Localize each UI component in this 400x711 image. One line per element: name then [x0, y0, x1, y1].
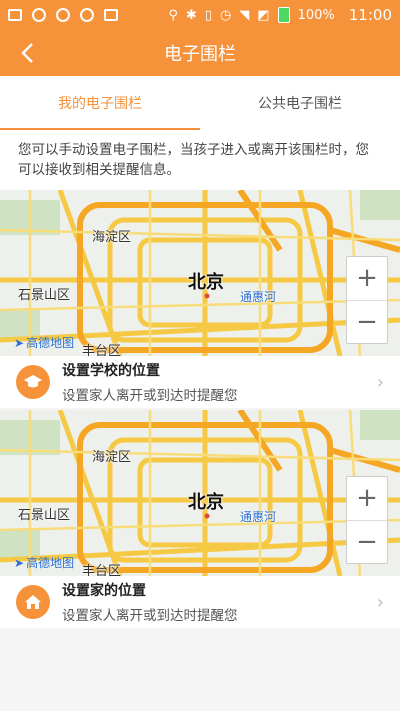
- map-label-beijing: 北京: [188, 272, 224, 293]
- tab-my-fence[interactable]: 我的电子围栏: [0, 76, 200, 130]
- amap-logo-text: 高德地图: [26, 336, 75, 350]
- location-pin-icon: ⚲: [168, 7, 178, 23]
- chevron-right-icon: ›: [376, 591, 384, 613]
- chat-icon: [56, 8, 70, 22]
- zoom-control: + −: [346, 476, 388, 564]
- message-icon: [8, 9, 22, 21]
- image-icon: [104, 9, 118, 21]
- home-map[interactable]: 海淀区 北京 石景山区 通惠河 丰台区 ➤ 高德地图 + −: [0, 410, 400, 576]
- map-label-fengtai: 丰台区: [82, 344, 122, 356]
- chevron-right-icon: ›: [376, 371, 384, 393]
- tab-bar: 我的电子围栏 公共电子围栏: [0, 76, 400, 130]
- zoom-out-button[interactable]: −: [347, 299, 387, 344]
- item-subtitle: 设置家人离开或到达时提醒您: [62, 608, 238, 624]
- back-arrow-icon[interactable]: [12, 38, 42, 68]
- bluetooth-icon: ✱: [185, 7, 197, 23]
- set-school-location-item[interactable]: 设置学校的位置 设置家人离开或到达时提醒您 ›: [0, 356, 400, 408]
- home-icon: [16, 585, 50, 619]
- navigation-arrow-icon: ➤: [14, 335, 25, 350]
- map-label-tonghuihe: 通惠河: [240, 510, 277, 524]
- fence-description: 您可以手动设置电子围栏，当孩子进入或离开该围栏时，您可以接收到相关提醒信息。: [0, 130, 400, 190]
- item-subtitle: 设置家人离开或到达时提醒您: [62, 388, 238, 404]
- app-icon: [32, 8, 46, 22]
- map-label-haidian: 海淀区: [92, 230, 132, 245]
- amap-logo-text: 高德地图: [26, 556, 75, 570]
- tab-public-fence[interactable]: 公共电子围栏: [200, 76, 400, 130]
- amap-logo: ➤ 高德地图: [14, 334, 74, 351]
- map-label-haidian: 海淀区: [92, 450, 132, 465]
- item-title: 设置家的位置: [62, 583, 146, 599]
- location-target-icon: [80, 8, 94, 22]
- zoom-in-button[interactable]: +: [347, 477, 387, 520]
- clock: 11:00: [348, 6, 392, 24]
- no-sim-icon: ◩: [257, 7, 270, 23]
- page-title: 电子围栏: [164, 44, 236, 65]
- amap-logo: ➤ 高德地图: [14, 554, 74, 571]
- map-label-shijingshan: 石景山区: [18, 508, 71, 523]
- item-title: 设置学校的位置: [62, 363, 160, 379]
- zoom-control: + −: [346, 256, 388, 344]
- map-label-tonghuihe: 通惠河: [240, 290, 277, 304]
- set-home-location-item[interactable]: 设置家的位置 设置家人离开或到达时提醒您 ›: [0, 576, 400, 628]
- battery-percent: 100%: [297, 7, 335, 23]
- navigation-arrow-icon: ➤: [14, 555, 25, 570]
- school-map[interactable]: 海淀区 北京 石景山区 通惠河 丰台区 ➤ 高德地图 + −: [0, 190, 400, 356]
- map-label-shijingshan: 石景山区: [18, 288, 71, 303]
- map-label-fengtai: 丰台区: [82, 564, 122, 576]
- nav-bar: 电子围栏: [0, 30, 400, 76]
- status-bar: ⚲ ✱ ▯ ◷ ◥ ◩ 100% 11:00: [0, 0, 400, 30]
- battery-icon: [277, 7, 290, 23]
- vibrate-icon: ▯: [204, 7, 212, 23]
- map-label-beijing: 北京: [188, 492, 224, 513]
- zoom-in-button[interactable]: +: [347, 257, 387, 300]
- wifi-icon: ◥: [239, 7, 250, 23]
- alarm-icon: ◷: [219, 7, 232, 23]
- zoom-out-button[interactable]: −: [347, 519, 387, 564]
- school-icon: [16, 365, 50, 399]
